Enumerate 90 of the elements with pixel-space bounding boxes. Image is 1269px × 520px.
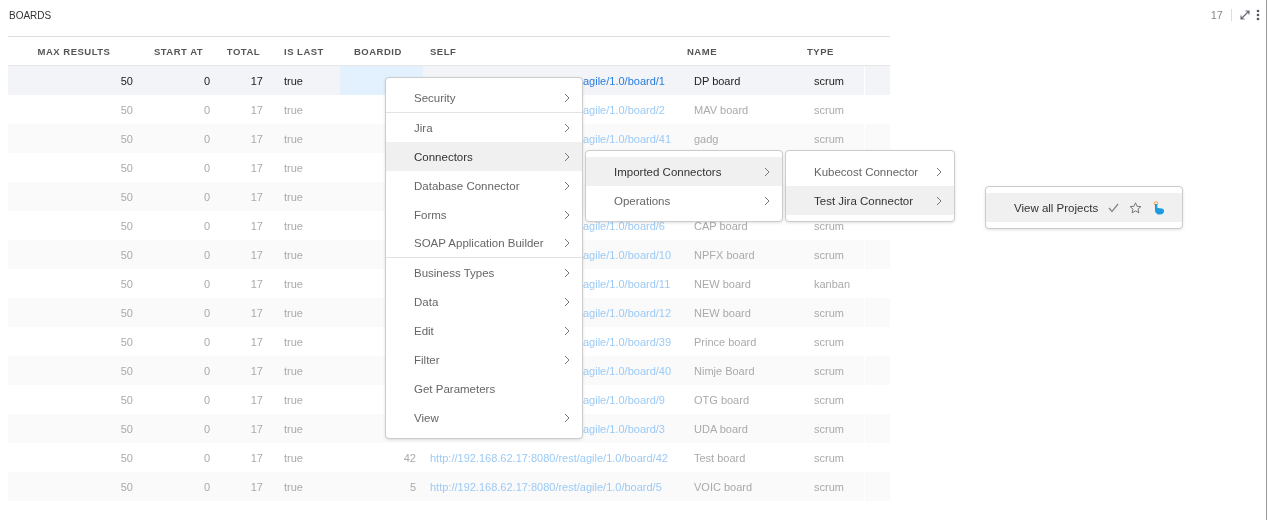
table-cell-text: 17: [249, 131, 264, 147]
table-cell-text: 50: [119, 218, 134, 234]
table-cell-text: 50: [119, 363, 134, 379]
table-cell-text: DP board: [693, 73, 742, 89]
table-cell-text: scrum: [813, 218, 845, 234]
table-cell-text: NEW board: [693, 276, 752, 292]
table-cell-text: scrum: [813, 73, 845, 89]
table-cell-text: Prince board: [693, 334, 758, 350]
table-cell-text: true: [283, 218, 304, 234]
table-cell-text: 50: [119, 479, 134, 495]
table-cell-text: 0: [202, 160, 211, 176]
table-cell-text: NPFX board: [693, 247, 756, 263]
table-cell-text: scrum: [813, 247, 845, 263]
table-cell-text: 50: [119, 450, 134, 466]
table-cell-text: true: [283, 276, 304, 292]
table-cell-text: 0: [202, 131, 211, 147]
table-cell-text: 50: [119, 247, 134, 263]
table-cell-text: true: [283, 479, 304, 495]
table-cell-text: true: [283, 421, 304, 437]
table-cell-text: true: [283, 450, 304, 466]
table-cell-text: 50: [119, 160, 134, 176]
table-cell-text: 0: [202, 102, 211, 118]
table-cell-text: scrum: [813, 421, 845, 437]
table-cell-text: gadg: [693, 131, 720, 147]
table-cell-text: 0: [202, 305, 211, 321]
table-cell-text: 17: [249, 363, 264, 379]
table-cell-text: scrum: [813, 392, 845, 408]
table-cell-text: scrum: [813, 131, 845, 147]
table-cell-text: 17: [249, 189, 264, 205]
table-cell-text: 0: [202, 218, 211, 234]
table-cell-text: 0: [202, 189, 211, 205]
table-cell-text: Test board: [693, 450, 747, 466]
table-cell-text: true: [283, 363, 304, 379]
table-cell-text: Nimje Board: [693, 363, 756, 379]
table-cell-text: 17: [249, 73, 264, 89]
table-cell-text: 50: [119, 334, 134, 350]
table-cell-text: 17: [249, 276, 264, 292]
table-cell-text: VOIC board: [693, 479, 754, 495]
table-cell-text: 17: [249, 247, 264, 263]
table-cell-text: 17: [249, 421, 264, 437]
table-cell-text: scrum: [813, 102, 845, 118]
table-cell-text: 0: [202, 450, 211, 466]
table-cell-text: true: [283, 392, 304, 408]
table-cell-text: 17: [249, 392, 264, 408]
table-cell-text: 0: [202, 479, 211, 495]
table-cell-text: 17: [249, 218, 264, 234]
table-cell-text: true: [283, 73, 304, 89]
table-cell-text: 50: [119, 73, 134, 89]
table-cell-text: 50: [119, 276, 134, 292]
table-cell-text: 42: [402, 450, 417, 466]
table-cell-text: 17: [249, 479, 264, 495]
table-cell-text: MAV board: [693, 102, 750, 118]
table-cell-text: 0: [202, 392, 211, 408]
table-cell-text: scrum: [813, 363, 845, 379]
table-cell-text: 50: [119, 305, 134, 321]
table-cell-text: true: [283, 102, 304, 118]
table-cell-text: 50: [119, 189, 134, 205]
table-cell-text: OTG board: [693, 392, 751, 408]
table-cell-text: CAP board: [693, 218, 749, 234]
table-cell-text: 0: [202, 334, 211, 350]
table-cell-text: scrum: [813, 305, 845, 321]
table-cell-text: 5: [408, 479, 417, 495]
table-cell-text: true: [283, 334, 304, 350]
panel-title: BOARDS: [9, 9, 53, 21]
table-cell-text: scrum: [813, 450, 845, 466]
table-cell-text: scrum: [813, 479, 845, 495]
table-cell-text: 17: [249, 102, 264, 118]
table-cell-text: 0: [202, 247, 211, 263]
table-cell-text: true: [283, 160, 304, 176]
table-cell-text: true: [283, 247, 304, 263]
table-cell-text: 0: [202, 421, 211, 437]
table-cell-text: UDA board: [693, 421, 749, 437]
table-cell-text: 0: [202, 276, 211, 292]
table-cell-text: 17: [249, 334, 264, 350]
table-cell-text: 0: [202, 73, 211, 89]
table-cell-text: 17: [249, 160, 264, 176]
table-cell-text: 50: [119, 131, 134, 147]
table-cell-text: kanban: [813, 276, 852, 292]
table-cell-text: 17: [249, 305, 264, 321]
table-cell-text: scrum: [813, 334, 845, 350]
record-count: 17: [1210, 9, 1232, 21]
table-cell-text: 50: [119, 102, 134, 118]
table-cell-text: 0: [202, 363, 211, 379]
table-cell-text: 50: [119, 392, 134, 408]
table-cell-text: true: [283, 189, 304, 205]
table-cell-text: true: [283, 305, 304, 321]
table-cell-text: 50: [119, 421, 134, 437]
table-cell-text: 17: [249, 450, 264, 466]
table-cell-text: NEW board: [693, 305, 752, 321]
table-cell-text: true: [283, 131, 304, 147]
